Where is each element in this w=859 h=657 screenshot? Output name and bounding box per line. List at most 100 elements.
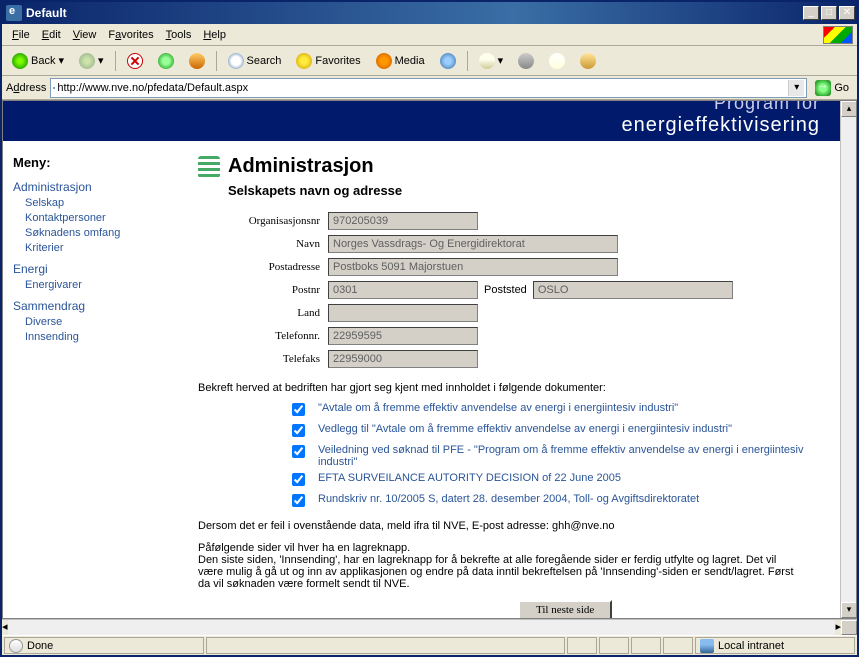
scrollbar-vertical[interactable]: ▴ ▾ (840, 101, 856, 618)
doc-link[interactable]: "Avtale om å fremme effektiv anvendelse … (318, 402, 678, 414)
folder-icon (580, 53, 596, 69)
field-orgnr: 970205039 (328, 212, 478, 230)
media-button[interactable]: Media (370, 50, 431, 72)
folder-button[interactable] (574, 50, 602, 72)
sidebar: Meny: Administrasjon Selskap Kontaktperson… (13, 155, 168, 618)
star-icon (296, 53, 312, 69)
home-icon (189, 53, 205, 69)
address-dropdown-button[interactable]: ▾ (788, 80, 804, 96)
doc-row: "Avtale om å fremme effektiv anvendelse … (288, 402, 830, 419)
doc-checkbox[interactable] (292, 494, 305, 507)
sidebar-item[interactable]: Søknadens omfang (25, 227, 168, 239)
status-text: Done (4, 637, 204, 654)
back-button[interactable]: Back ▾ (6, 50, 70, 72)
history-button[interactable] (434, 50, 462, 72)
page-subtitle: Selskapets navn og adresse (228, 183, 830, 198)
intranet-icon (700, 639, 714, 653)
field-poststed: OSLO (533, 281, 733, 299)
sidebar-group[interactable]: Administrasjon (13, 180, 168, 194)
next-button[interactable]: Til neste side (518, 600, 612, 618)
doc-link[interactable]: Vedlegg til "Avtale om å fremme effektiv… (318, 423, 732, 435)
scrollbar-horizontal[interactable]: ◂ ▸ (2, 619, 857, 635)
scroll-down-button[interactable]: ▾ (841, 602, 857, 618)
scroll-up-button[interactable]: ▴ (841, 101, 857, 117)
doc-checkbox[interactable] (292, 403, 305, 416)
field-fax: 22959000 (328, 350, 478, 368)
confirm-text: Bekreft herved at bedriften har gjort se… (198, 382, 830, 394)
sidebar-item[interactable]: Diverse (25, 316, 168, 328)
refresh-button[interactable] (152, 50, 180, 72)
label-postadr: Postadresse (198, 261, 328, 273)
doc-checkbox[interactable] (292, 424, 305, 437)
label-land: Land (198, 307, 328, 319)
banner: Program for energieffektivisering (3, 101, 840, 141)
toolbar: Back ▾ ▾ Search Favorites Media ▾ (2, 46, 857, 76)
close-button[interactable]: ✕ (839, 6, 855, 20)
address-input[interactable] (55, 81, 788, 95)
go-button[interactable]: Go (811, 79, 853, 97)
label-orgnr: Organisasjonsnr (198, 215, 328, 227)
address-field-wrap: ▾ (50, 78, 807, 98)
mail-button[interactable]: ▾ (473, 50, 510, 72)
field-postnr: 0301 (328, 281, 478, 299)
ie-icon (6, 5, 22, 21)
favorites-button[interactable]: Favorites (290, 50, 366, 72)
sidebar-item[interactable]: Energivarer (25, 279, 168, 291)
addressbar: Address ▾ Go (2, 76, 857, 100)
field-navn: Norges Vassdrags- Og Energidirektorat (328, 235, 618, 253)
doc-row: EFTA SURVEILANCE AUTORITY DECISION of 22… (288, 472, 830, 489)
sidebar-item[interactable]: Innsending (25, 331, 168, 343)
search-icon (228, 53, 244, 69)
label-tlf: Telefonnr. (198, 330, 328, 342)
menu-file[interactable]: File (6, 27, 36, 43)
menu-favorites[interactable]: Favorites (102, 27, 159, 43)
field-tlf: 22959595 (328, 327, 478, 345)
menu-view[interactable]: View (67, 27, 103, 43)
doc-link[interactable]: Rundskriv nr. 10/2005 S, datert 28. dese… (318, 493, 699, 505)
menu-tools[interactable]: Tools (160, 27, 198, 43)
maximize-button[interactable]: □ (821, 6, 837, 20)
address-label: Address (6, 82, 46, 94)
edit-doc-button[interactable] (543, 50, 571, 72)
doc-checkbox[interactable] (292, 473, 305, 486)
stop-icon (127, 53, 143, 69)
home-button[interactable] (183, 50, 211, 72)
sidebar-item[interactable]: Kontaktpersoner (25, 212, 168, 224)
label-poststed: Poststed (478, 284, 533, 296)
go-icon (815, 80, 831, 96)
forward-button[interactable]: ▾ (73, 50, 110, 72)
menubar: File Edit View Favorites Tools Help (2, 24, 857, 46)
menu-help[interactable]: Help (197, 27, 232, 43)
print-button[interactable] (512, 50, 540, 72)
doc-row: Rundskriv nr. 10/2005 S, datert 28. dese… (288, 493, 830, 510)
minimize-button[interactable]: _ (803, 6, 819, 20)
label-postnr: Postnr (198, 284, 328, 296)
viewport: Program for energieffektivisering Meny: … (2, 100, 857, 619)
doc-checkbox[interactable] (292, 445, 305, 458)
doc-row: Veiledning ved søknad til PFE - "Program… (288, 444, 830, 468)
statusbar: Done Local intranet (2, 635, 857, 655)
page-title: Administrasjon (228, 155, 374, 178)
stop-button[interactable] (121, 50, 149, 72)
titlebar: Default _ □ ✕ (2, 2, 857, 24)
search-button[interactable]: Search (222, 50, 288, 72)
menu-edit[interactable]: Edit (36, 27, 67, 43)
label-fax: Telefaks (198, 353, 328, 365)
history-icon (440, 53, 456, 69)
chevron-down-icon: ▾ (498, 54, 504, 67)
doc-link[interactable]: Veiledning ved søknad til PFE - "Program… (318, 444, 830, 468)
mail-icon (479, 53, 495, 69)
sidebar-group[interactable]: Sammendrag (13, 299, 168, 313)
sidebar-title: Meny: (13, 155, 168, 170)
windows-logo-icon (823, 26, 853, 44)
page: Program for energieffektivisering Meny: … (3, 101, 840, 618)
sidebar-item[interactable]: Selskap (25, 197, 168, 209)
page-icon (53, 87, 55, 89)
window-title: Default (26, 6, 803, 20)
doc-link[interactable]: EFTA SURVEILANCE AUTORITY DECISION of 22… (318, 472, 621, 484)
info-instructions: Påfølgende sider vil hver ha en lagrekna… (198, 542, 798, 590)
browser-window: Default _ □ ✕ File Edit View Favorites T… (0, 0, 859, 657)
sidebar-group[interactable]: Energi (13, 262, 168, 276)
media-icon (376, 53, 392, 69)
sidebar-item[interactable]: Kriterier (25, 242, 168, 254)
